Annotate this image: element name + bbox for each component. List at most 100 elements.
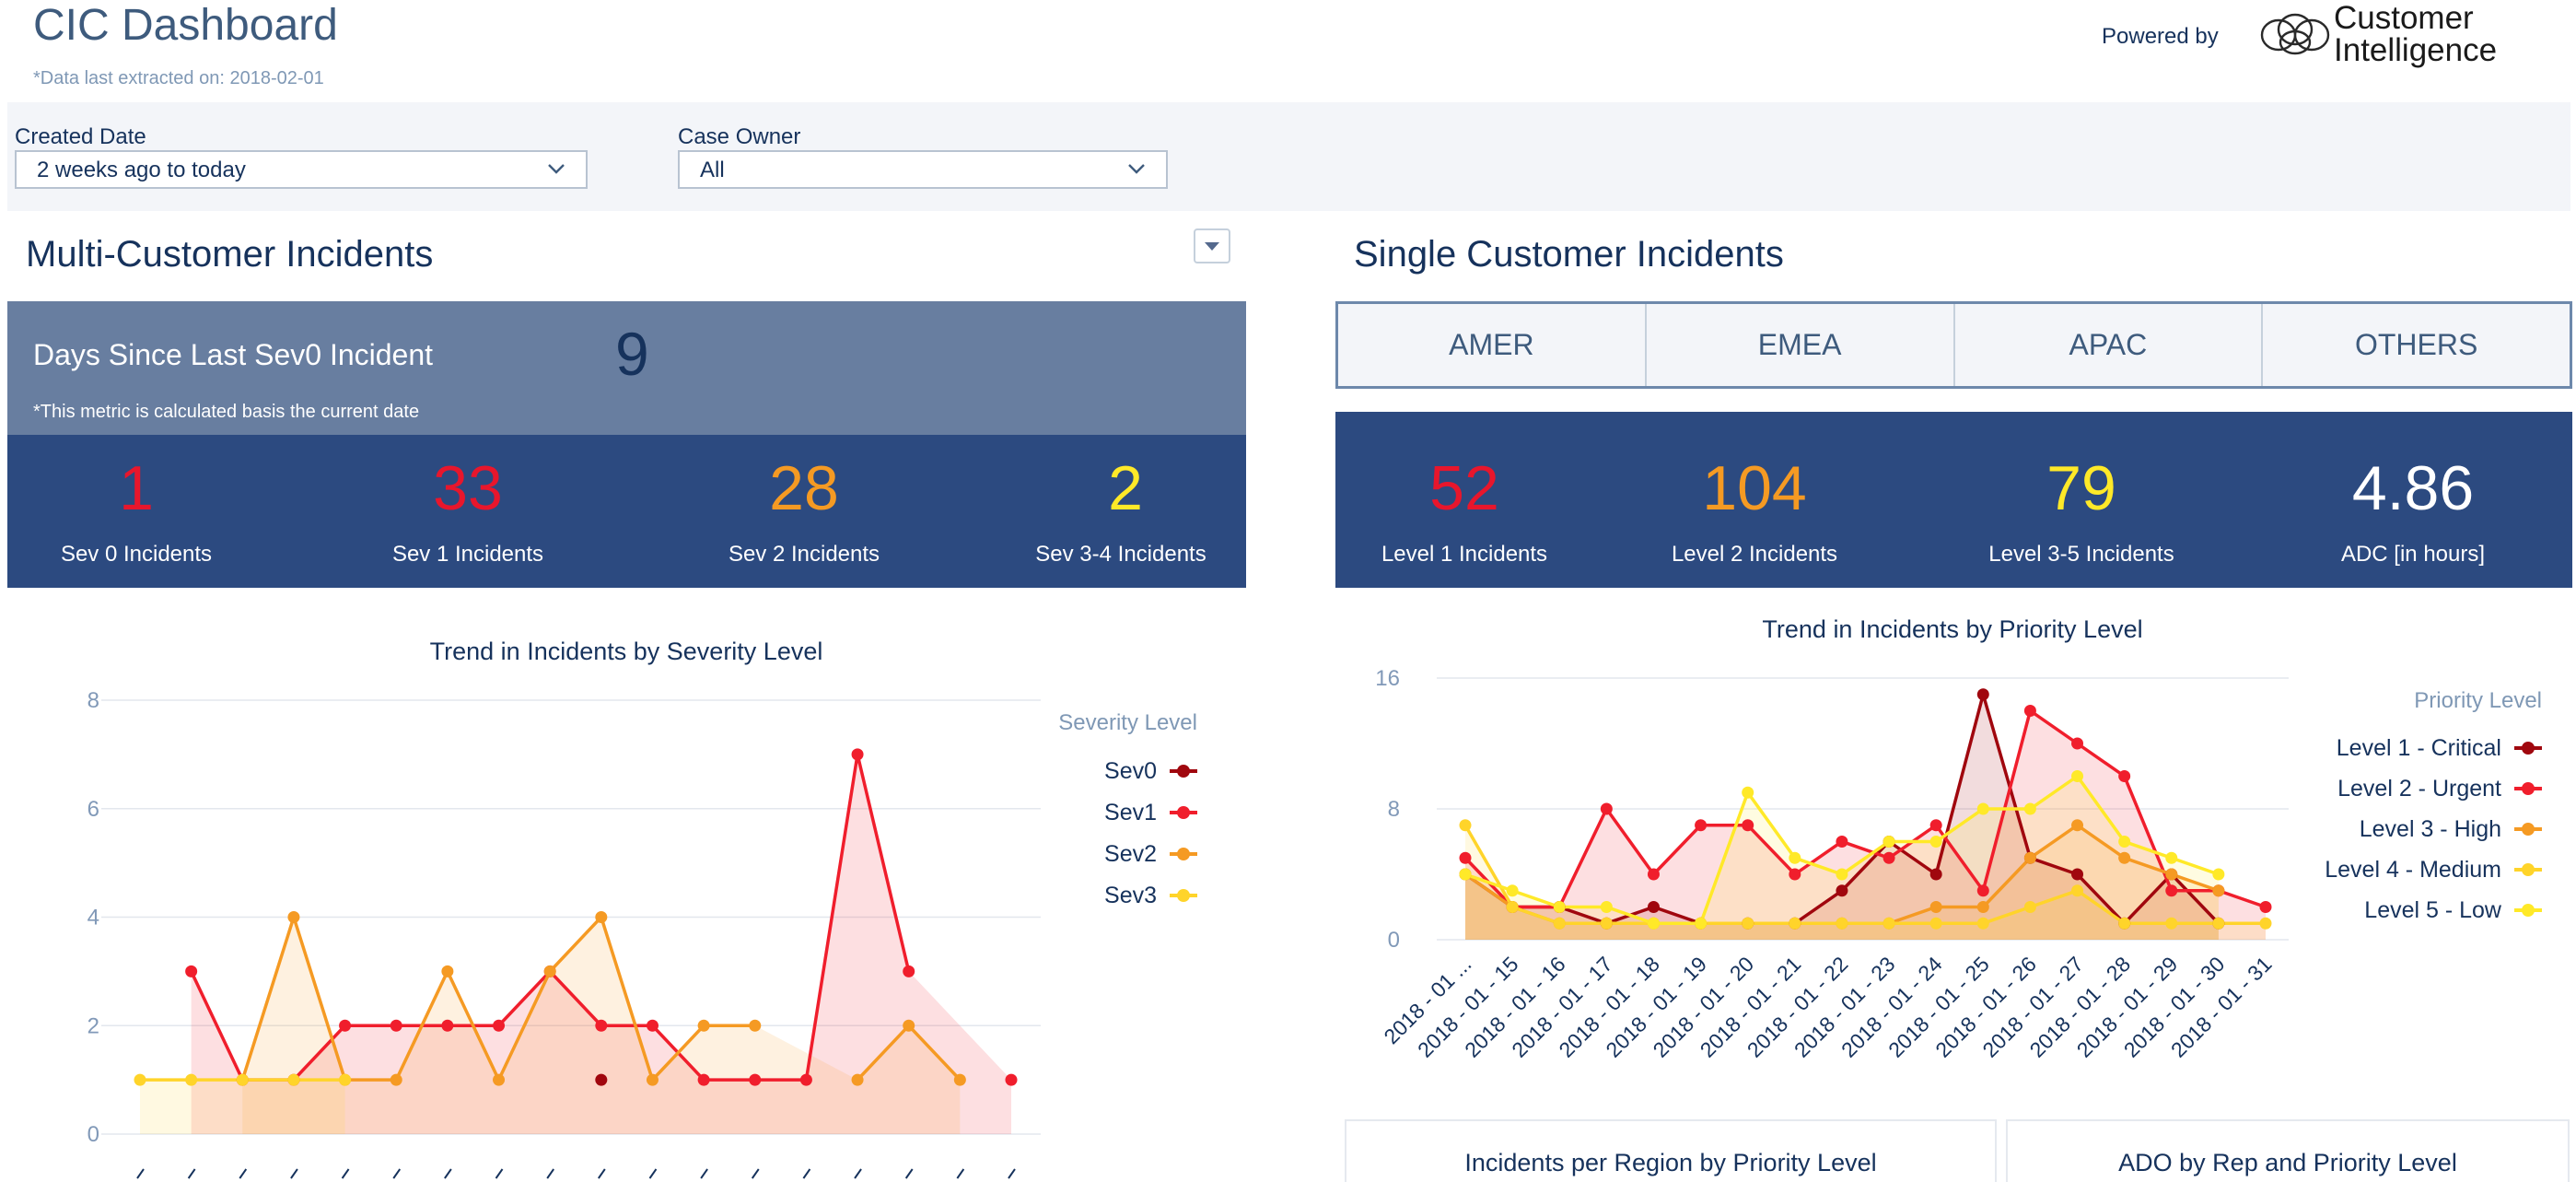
data-point xyxy=(2212,868,2225,881)
data-point xyxy=(2165,868,2178,881)
data-point xyxy=(2212,884,2225,897)
case-owner-value: All xyxy=(700,158,725,182)
x-tick-mark xyxy=(1008,1168,1016,1179)
data-point xyxy=(646,1019,659,1032)
legend-marker xyxy=(1177,889,1190,902)
sev0-label: Sev 0 Incidents xyxy=(60,542,213,567)
sev1-count: 33 xyxy=(433,453,503,523)
days-since-sev0-value: 9 xyxy=(615,320,649,388)
data-point xyxy=(697,1073,710,1086)
tab-emea[interactable]: EMEA xyxy=(1647,304,1955,386)
region-priority-title: Incidents per Region by Priority Level xyxy=(1464,1149,1877,1176)
region-tabs: AMER EMEA APAC OTHERS xyxy=(1335,301,2572,389)
data-point xyxy=(2165,851,2178,864)
data-point xyxy=(1647,917,1660,930)
data-point xyxy=(595,1019,608,1032)
data-point xyxy=(1929,901,1942,913)
data-point xyxy=(1976,688,1989,701)
ado-rep-title: ADO by Rep and Priority Level xyxy=(2118,1149,2457,1176)
logo-line-2: Intelligence xyxy=(2334,32,2498,68)
ado-rep-card: ADO by Rep and Priority Level xyxy=(2006,1119,2570,1182)
data-point xyxy=(903,965,915,977)
days-since-sev0-note: *This metric is calculated basis the cur… xyxy=(33,402,420,422)
severity-trend-chart: 0 2 4 6 8 Severity Level Sev0 Sev1 Sev2 Sev3 xyxy=(87,688,1197,1179)
data-point xyxy=(1506,901,1519,913)
data-point xyxy=(287,911,300,923)
legend-label: Sev1 xyxy=(1104,800,1157,825)
data-point xyxy=(1976,802,1989,815)
y-tick-label: 0 xyxy=(87,1122,99,1147)
data-point xyxy=(2165,917,2178,930)
case-owner-select[interactable]: All xyxy=(678,150,1168,189)
data-point xyxy=(1789,851,1801,864)
widget-menu-button[interactable] xyxy=(1194,228,1230,263)
data-point xyxy=(749,1073,762,1086)
data-point xyxy=(1836,884,1848,897)
legend-label: Sev0 xyxy=(1104,758,1157,784)
legend-label: Level 2 - Urgent xyxy=(2337,776,2501,802)
tab-apac[interactable]: APAC xyxy=(1955,304,2264,386)
legend-label: Sev2 xyxy=(1104,841,1157,867)
data-point xyxy=(339,1073,352,1086)
level2-label: Level 2 Incidents xyxy=(1671,542,1838,567)
data-point xyxy=(1789,868,1801,881)
data-point xyxy=(134,1073,146,1086)
data-point xyxy=(851,1073,864,1086)
data-point xyxy=(646,1073,659,1086)
x-tick-mark xyxy=(648,1168,658,1179)
data-point xyxy=(1600,917,1613,930)
caret-down-icon xyxy=(1205,242,1219,251)
data-point xyxy=(1929,917,1942,930)
data-point xyxy=(1929,819,1942,832)
legend-label: Level 4 - Medium xyxy=(2325,857,2501,883)
severity-chart-title: Trend in Incidents by Severity Level xyxy=(429,638,823,665)
created-date-label: Created Date xyxy=(15,124,146,149)
x-tick-mark xyxy=(700,1168,708,1179)
logo-wordmark: Customer Intelligence xyxy=(2334,2,2497,66)
data-point xyxy=(390,1073,402,1086)
data-point xyxy=(1882,836,1895,848)
chevron-down-icon xyxy=(1128,164,1145,174)
data-point xyxy=(1459,868,1472,881)
sev1-label: Sev 1 Incidents xyxy=(391,542,544,567)
x-tick-mark xyxy=(546,1168,554,1179)
tab-others[interactable]: OTHERS xyxy=(2263,304,2570,386)
tab-amer[interactable]: AMER xyxy=(1338,304,1647,386)
chevron-down-icon xyxy=(548,164,565,174)
y-tick-label: 6 xyxy=(87,797,99,822)
data-point xyxy=(1929,868,1942,881)
data-point xyxy=(441,965,454,977)
page-title: CIC Dashboard xyxy=(33,1,338,50)
data-point xyxy=(2071,770,2084,782)
legend-marker xyxy=(1177,848,1190,860)
data-point xyxy=(1553,901,1566,913)
legend-label: Level 5 - Low xyxy=(2364,897,2502,923)
data-point xyxy=(2165,884,2178,897)
sev3-4-count: 2 xyxy=(1108,453,1143,523)
data-point xyxy=(595,1073,608,1086)
legend-marker xyxy=(2522,742,2535,755)
data-point xyxy=(2118,770,2131,782)
multi-customer-title: Multi-Customer Incidents xyxy=(26,234,434,275)
data-point xyxy=(697,1019,710,1032)
data-point xyxy=(185,1073,198,1086)
data-point xyxy=(2259,901,2272,913)
data-point xyxy=(1005,1073,1018,1086)
days-since-sev0-label: Days Since Last Sev0 Incident xyxy=(33,338,434,371)
data-point xyxy=(390,1019,402,1032)
data-point xyxy=(1459,819,1472,832)
level3-5-label: Level 3-5 Incidents xyxy=(1988,542,2174,567)
data-point xyxy=(953,1073,966,1086)
data-point xyxy=(339,1019,352,1032)
created-date-select[interactable]: 2 weeks ago to today xyxy=(15,150,588,189)
data-point xyxy=(236,1073,249,1086)
data-point xyxy=(1600,901,1613,913)
data-point xyxy=(1647,868,1660,881)
data-point xyxy=(2071,819,2084,832)
data-point xyxy=(2071,737,2084,750)
priority-trend-chart: 08162018 - 01 ...2018 - 01 - 152018 - 01… xyxy=(1375,666,2542,1062)
data-point xyxy=(1882,917,1895,930)
data-point xyxy=(2071,884,2084,897)
adc-label: ADC [in hours] xyxy=(2340,542,2486,567)
x-tick-mark xyxy=(802,1168,811,1179)
